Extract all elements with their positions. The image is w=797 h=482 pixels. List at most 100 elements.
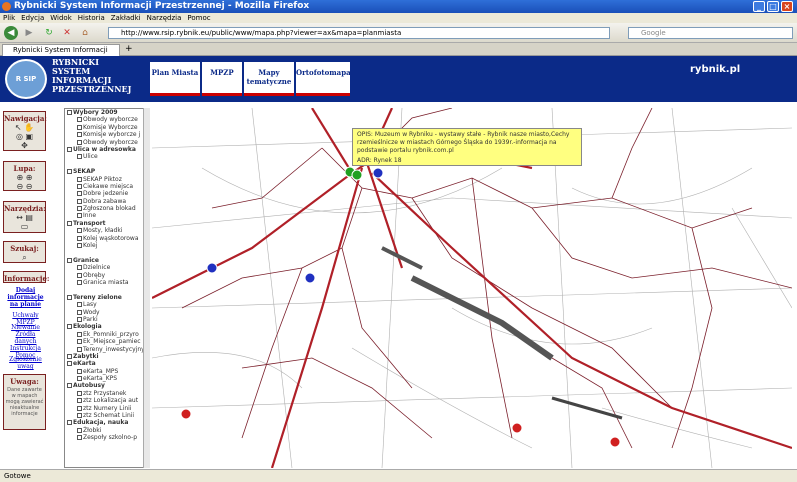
layer-checkbox[interactable] <box>67 324 72 330</box>
layer-checkbox[interactable] <box>67 361 72 367</box>
home-icon[interactable]: ⌂ <box>78 26 92 40</box>
layer-checkbox[interactable] <box>77 368 82 374</box>
search-icon[interactable]: ⌕ <box>4 253 45 262</box>
layer-checkbox[interactable] <box>77 198 82 204</box>
layer-item[interactable]: ztz Schemat Linii <box>65 412 149 419</box>
menu-item[interactable]: Plik <box>3 14 15 22</box>
layer-item[interactable] <box>65 161 149 168</box>
move-icon[interactable]: ✥ <box>4 141 45 150</box>
layer-item[interactable]: Lasy <box>65 301 149 308</box>
layer-checkbox[interactable] <box>77 435 82 441</box>
help-link[interactable]: Niewanie Źródła danych Instrukcja Pomoc <box>4 324 47 359</box>
stop-icon[interactable]: ✕ <box>60 26 74 40</box>
measure-icon[interactable]: ↔ ▤ <box>4 213 45 222</box>
layer-item[interactable]: Granice <box>65 257 149 264</box>
tab-mapy-tematyczne[interactable]: Mapy tematyczne <box>244 62 294 96</box>
layer-checkbox[interactable] <box>77 398 82 404</box>
layer-item[interactable]: Ek_Miejsce_pamiec <box>65 338 149 345</box>
layer-item[interactable]: Wybory 2009 <box>65 109 149 116</box>
layer-checkbox[interactable] <box>77 390 82 396</box>
layer-checkbox[interactable] <box>77 427 82 433</box>
menu-item[interactable]: Edycja <box>21 14 44 22</box>
layer-checkbox[interactable] <box>77 272 82 278</box>
menu-item[interactable]: Historia <box>78 14 105 22</box>
layer-item[interactable]: Autobusy <box>65 382 149 389</box>
layer-checkbox[interactable] <box>77 413 82 419</box>
layer-checkbox[interactable] <box>77 235 82 241</box>
layer-checkbox[interactable] <box>67 146 72 152</box>
layer-item[interactable]: Edukacja, nauka <box>65 419 149 426</box>
layer-checkbox[interactable] <box>77 228 82 234</box>
layer-checkbox[interactable] <box>77 124 82 130</box>
layer-checkbox[interactable] <box>67 294 72 300</box>
zoom-out-icon[interactable]: ⊖ ⊖ <box>4 182 45 191</box>
layer-checkbox[interactable] <box>67 110 72 115</box>
minimize-button[interactable]: _ <box>753 1 765 12</box>
new-tab-button[interactable]: + <box>125 44 133 54</box>
layer-checkbox[interactable] <box>67 420 72 426</box>
tab-mpzp[interactable]: MPZP <box>202 62 242 96</box>
close-button[interactable]: × <box>781 1 793 12</box>
layer-item[interactable]: eKarta <box>65 360 149 367</box>
layer-item[interactable]: Dobre jedzenie <box>65 190 149 197</box>
reload-icon[interactable]: ↻ <box>42 26 56 40</box>
layer-item[interactable]: ztz Przystanek <box>65 390 149 397</box>
layer-item[interactable]: Tereny_inwestycyjny <box>65 346 149 353</box>
layer-item[interactable]: Kolej <box>65 242 149 249</box>
layer-item[interactable]: Obręby <box>65 272 149 279</box>
layer-item[interactable]: Zabytki <box>65 353 149 360</box>
layer-item[interactable] <box>65 286 149 293</box>
layer-checkbox[interactable] <box>67 220 72 226</box>
layer-checkbox[interactable] <box>77 346 82 352</box>
layer-checkbox[interactable] <box>77 176 82 182</box>
layer-checkbox[interactable] <box>77 243 82 249</box>
layer-checkbox[interactable] <box>77 316 82 322</box>
layer-item[interactable]: Ekologia <box>65 323 149 330</box>
back-icon[interactable]: ◀ <box>4 26 18 40</box>
layer-item[interactable]: Tereny zielone <box>65 294 149 301</box>
layer-item[interactable] <box>65 249 149 256</box>
layer-checkbox[interactable] <box>77 376 82 382</box>
layer-checkbox[interactable] <box>77 206 82 212</box>
layer-checkbox[interactable] <box>67 353 72 359</box>
layer-checkbox[interactable] <box>67 169 72 175</box>
layers-scrollbar[interactable] <box>143 108 150 468</box>
layer-checkbox[interactable] <box>77 302 82 308</box>
layer-item[interactable]: Obwody wyborcze <box>65 116 149 123</box>
layer-checkbox[interactable] <box>77 405 82 411</box>
search-input[interactable]: Google <box>628 27 793 39</box>
pan-icon[interactable]: ↖ ✋ <box>4 123 45 132</box>
layer-item[interactable]: Inne <box>65 212 149 219</box>
layer-item[interactable]: ztz Lokalizacja aut <box>65 397 149 404</box>
print-icon[interactable]: ▭ <box>4 222 45 231</box>
layer-item[interactable]: Ciekawe miejsca <box>65 183 149 190</box>
layer-item[interactable]: SEKAP Piktoz <box>65 176 149 183</box>
layer-checkbox[interactable] <box>77 265 82 271</box>
layer-item[interactable]: Obwody wyborcze <box>65 139 149 146</box>
layer-checkbox[interactable] <box>67 383 72 389</box>
layer-item[interactable]: Zgłoszona blokad <box>65 205 149 212</box>
layer-checkbox[interactable] <box>77 191 82 197</box>
layer-item[interactable]: Mosty, kładki <box>65 227 149 234</box>
browser-tab[interactable]: Rybnicki System Informacji Prz... <box>2 44 120 65</box>
layer-checkbox[interactable] <box>77 213 82 219</box>
forward-icon[interactable]: ▶ <box>22 26 36 40</box>
layer-item[interactable]: Wody <box>65 309 149 316</box>
menu-item[interactable]: Zakładki <box>111 14 141 22</box>
layer-item[interactable]: Ek_Pomniki_przyro <box>65 331 149 338</box>
layer-checkbox[interactable] <box>77 154 82 160</box>
layer-item[interactable]: SEKAP <box>65 168 149 175</box>
layer-item[interactable]: ztz Numery Linii <box>65 405 149 412</box>
layer-item[interactable]: Ulice <box>65 153 149 160</box>
layer-item[interactable]: Transport <box>65 220 149 227</box>
layer-checkbox[interactable] <box>77 279 82 285</box>
layer-item[interactable]: Żłobki <box>65 427 149 434</box>
layer-checkbox[interactable] <box>77 183 82 189</box>
maximize-button[interactable]: □ <box>767 1 779 12</box>
menu-item[interactable]: Widok <box>50 14 72 22</box>
layer-item[interactable]: Granica miasta <box>65 279 149 286</box>
url-bar[interactable]: http://www.rsip.rybnik.eu/public/www/map… <box>108 27 610 39</box>
menu-item[interactable]: Pomoc <box>187 14 210 22</box>
layer-item[interactable]: Ulica w adresowka <box>65 146 149 153</box>
layer-checkbox[interactable] <box>77 117 82 123</box>
